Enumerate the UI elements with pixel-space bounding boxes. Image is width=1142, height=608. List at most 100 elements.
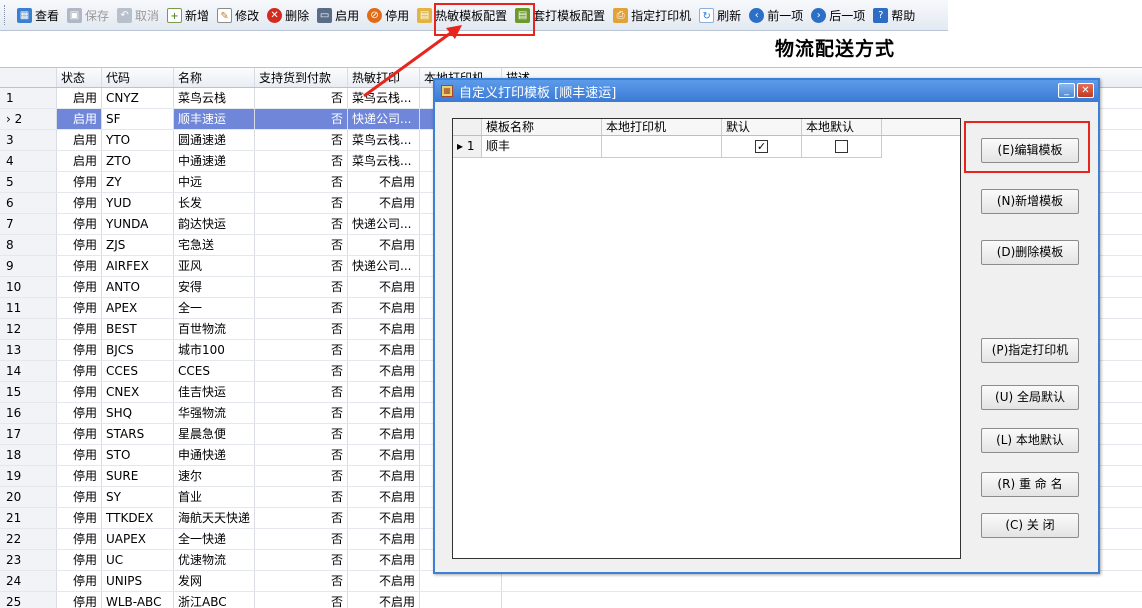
cell-name[interactable]: 全一 (174, 298, 255, 318)
cell-thermal-print[interactable]: 不启用 (348, 193, 420, 213)
cell-status[interactable]: 停用 (57, 298, 102, 318)
cell-status[interactable]: 停用 (57, 319, 102, 339)
cell-thermal-print[interactable]: 不启用 (348, 235, 420, 255)
cell-thermal-print[interactable]: 菜鸟云栈... (348, 151, 420, 171)
cell-thermal-print[interactable]: 不启用 (348, 382, 420, 402)
cell-name[interactable]: 安得 (174, 277, 255, 297)
new-template-button[interactable]: (N)新增模板 (981, 189, 1079, 214)
cell-thermal-print[interactable]: 不启用 (348, 508, 420, 528)
cell-name[interactable]: 浙江ABC (174, 592, 255, 608)
cell-code[interactable]: SY (102, 487, 174, 507)
cell-cod[interactable]: 否 (255, 88, 348, 108)
cell-status[interactable]: 停用 (57, 172, 102, 192)
cell-thermal-print[interactable]: 不启用 (348, 466, 420, 486)
cell-status[interactable]: 停用 (57, 487, 102, 507)
disable-button[interactable]: ⊘ 停用 (363, 3, 413, 27)
cell-thermal-print[interactable]: 不启用 (348, 403, 420, 423)
cell-cod[interactable]: 否 (255, 340, 348, 360)
cell-name[interactable]: CCES (174, 361, 255, 381)
cell-thermal-print[interactable]: 不启用 (348, 340, 420, 360)
template-header-local-default[interactable]: 本地默认 (802, 119, 882, 135)
cell-status[interactable]: 停用 (57, 550, 102, 570)
cell-cod[interactable]: 否 (255, 256, 348, 276)
enable-button[interactable]: ▭ 启用 (313, 3, 363, 27)
cell-name[interactable]: 百世物流 (174, 319, 255, 339)
cell-status[interactable]: 停用 (57, 571, 102, 591)
cell-thermal-print[interactable]: 不启用 (348, 319, 420, 339)
cancel-button[interactable]: ↶ 取消 (113, 3, 163, 27)
next-button[interactable]: › 后一项 (807, 3, 869, 27)
cell-cod[interactable]: 否 (255, 466, 348, 486)
cell-name[interactable]: 顺丰速运 (174, 109, 255, 129)
cell-cod[interactable]: 否 (255, 214, 348, 234)
cell-thermal-print[interactable]: 不启用 (348, 445, 420, 465)
cell-cod[interactable]: 否 (255, 277, 348, 297)
save-button[interactable]: ▣ 保存 (63, 3, 113, 27)
rename-button[interactable]: (R) 重 命 名 (981, 472, 1079, 497)
cell-code[interactable]: ZY (102, 172, 174, 192)
column-header-status[interactable]: 状态 (57, 68, 102, 87)
cell-cod[interactable]: 否 (255, 109, 348, 129)
cell-name[interactable]: 全一快递 (174, 529, 255, 549)
cell-local-printer[interactable] (420, 592, 502, 608)
template-header-name[interactable]: 模板名称 (482, 119, 602, 135)
cell-name[interactable]: 海航天天快递 (174, 508, 255, 528)
cell-status[interactable]: 停用 (57, 592, 102, 608)
close-window-button[interactable]: ✕ (1077, 83, 1094, 98)
default-checkbox[interactable]: ✓ (755, 140, 768, 153)
cell-local-printer[interactable] (420, 571, 502, 591)
cell-cod[interactable]: 否 (255, 529, 348, 549)
template-printer-cell[interactable] (602, 136, 722, 158)
table-row[interactable]: 25 停用 WLB-ABC 浙江ABC 否不启用 (0, 592, 1142, 608)
minimize-button[interactable]: _ (1058, 83, 1075, 98)
cell-thermal-print[interactable]: 菜鸟云栈... (348, 88, 420, 108)
refresh-button[interactable]: ↻ 刷新 (695, 3, 745, 27)
cell-name[interactable]: 菜鸟云栈 (174, 88, 255, 108)
cell-status[interactable]: 停用 (57, 235, 102, 255)
cell-code[interactable]: ZJS (102, 235, 174, 255)
view-button[interactable]: ▦ 查看 (13, 3, 63, 27)
cell-status[interactable]: 停用 (57, 193, 102, 213)
cell-cod[interactable]: 否 (255, 130, 348, 150)
cell-status[interactable]: 停用 (57, 445, 102, 465)
cell-cod[interactable]: 否 (255, 424, 348, 444)
assign-printer-dialog-button[interactable]: (P)指定打印机 (981, 338, 1079, 363)
cell-thermal-print[interactable]: 不启用 (348, 550, 420, 570)
cell-cod[interactable]: 否 (255, 361, 348, 381)
local-default-button[interactable]: (L) 本地默认 (981, 428, 1079, 453)
cell-cod[interactable]: 否 (255, 403, 348, 423)
cell-name[interactable]: 佳吉快运 (174, 382, 255, 402)
cell-cod[interactable]: 否 (255, 508, 348, 528)
cell-name[interactable]: 韵达快运 (174, 214, 255, 234)
cell-thermal-print[interactable]: 快递公司... (348, 214, 420, 234)
column-header-thermal-print[interactable]: 热敏打印 (348, 68, 420, 87)
cell-cod[interactable]: 否 (255, 571, 348, 591)
cell-code[interactable]: ANTO (102, 277, 174, 297)
column-header-name[interactable]: 名称 (174, 68, 255, 87)
cell-name[interactable]: 中通速递 (174, 151, 255, 171)
column-header-code[interactable]: 代码 (102, 68, 174, 87)
help-button[interactable]: ? 帮助 (869, 3, 919, 27)
cell-cod[interactable]: 否 (255, 172, 348, 192)
cell-thermal-print[interactable]: 快递公司... (348, 109, 420, 129)
cell-name[interactable]: 星晨急便 (174, 424, 255, 444)
cell-name[interactable]: 宅急送 (174, 235, 255, 255)
template-name-cell[interactable]: 顺丰 (482, 136, 602, 158)
delete-button[interactable]: ✕ 删除 (263, 3, 313, 27)
cell-status[interactable]: 停用 (57, 214, 102, 234)
cell-code[interactable]: SURE (102, 466, 174, 486)
cell-code[interactable]: BEST (102, 319, 174, 339)
cell-cod[interactable]: 否 (255, 550, 348, 570)
local-default-checkbox[interactable] (835, 140, 848, 153)
cell-name[interactable]: 首业 (174, 487, 255, 507)
cell-code[interactable]: AIRFEX (102, 256, 174, 276)
cell-status[interactable]: 启用 (57, 130, 102, 150)
cell-name[interactable]: 优速物流 (174, 550, 255, 570)
cell-status[interactable]: 停用 (57, 403, 102, 423)
toolbar-grip[interactable] (4, 5, 7, 25)
cell-thermal-print[interactable]: 不启用 (348, 298, 420, 318)
cell-cod[interactable]: 否 (255, 298, 348, 318)
cell-code[interactable]: YUD (102, 193, 174, 213)
edit-button[interactable]: ✎ 修改 (213, 3, 263, 27)
cell-description[interactable] (502, 571, 1142, 591)
